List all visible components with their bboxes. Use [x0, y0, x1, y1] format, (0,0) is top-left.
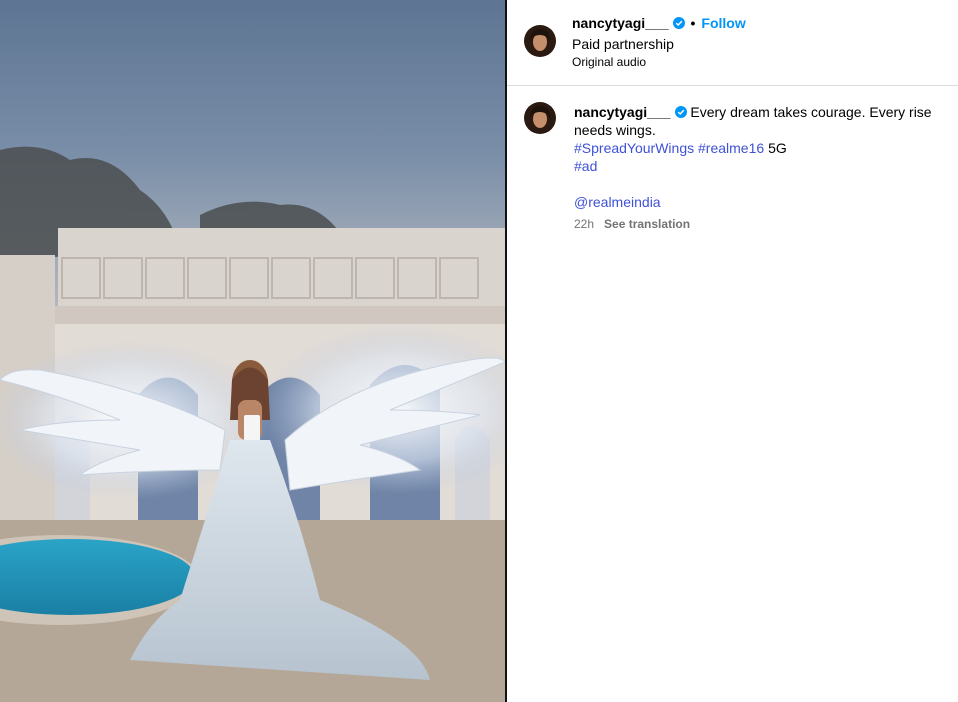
post-image	[0, 146, 505, 702]
hashtag-ad[interactable]: #ad	[574, 158, 597, 174]
caption-username[interactable]: nancytyagi___	[574, 104, 671, 120]
post-time[interactable]: 22h	[574, 217, 594, 231]
mention-realmeindia[interactable]: @realmeindia	[574, 194, 661, 210]
avatar[interactable]	[524, 25, 556, 57]
post-details-panel: nancytyagi___ • Follow Paid partnership Or…	[507, 0, 958, 702]
post-header: nancytyagi___ • Follow Paid partnership Or…	[507, 0, 958, 86]
caption-text: nancytyagi___ Every dream takes courage.…	[574, 103, 958, 211]
caption-suffix: 5G	[768, 140, 787, 156]
follow-button[interactable]: Follow	[701, 15, 745, 31]
separator-dot: •	[690, 15, 696, 31]
hashtag-realme16[interactable]: #realme16	[698, 140, 764, 156]
verified-badge-icon	[674, 104, 687, 118]
see-translation-button[interactable]: See translation	[604, 217, 690, 231]
paid-partnership-label[interactable]: Paid partnership	[572, 36, 674, 52]
original-audio-link[interactable]: Original audio	[572, 55, 646, 69]
header-username[interactable]: nancytyagi___	[572, 15, 669, 31]
caption-meta: 22h See translation	[574, 217, 690, 231]
post-media[interactable]	[0, 0, 505, 702]
header-user-row: nancytyagi___ • Follow	[572, 15, 746, 31]
verified-badge-icon	[672, 16, 685, 29]
hashtag-spreadyourwings[interactable]: #SpreadYourWings	[574, 140, 694, 156]
caption-avatar[interactable]	[524, 102, 556, 134]
